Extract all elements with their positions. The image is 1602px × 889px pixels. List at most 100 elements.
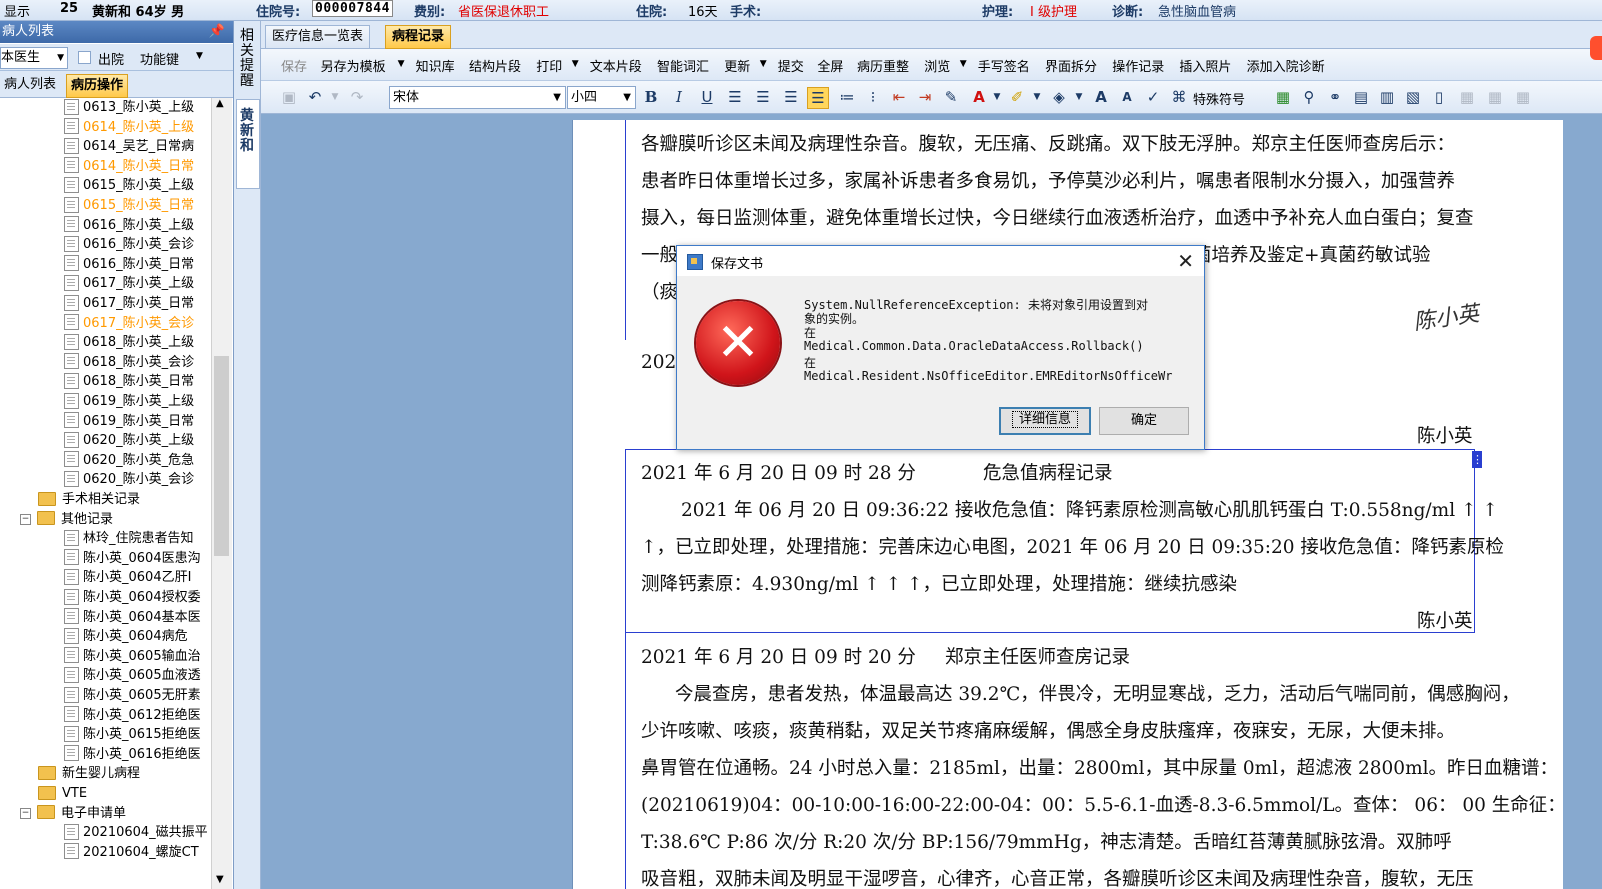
tree-document-item[interactable]: 0620_陈小英_会诊 — [64, 470, 194, 490]
tab-progress-record[interactable]: 病程记录 — [385, 25, 452, 49]
tree-document-item[interactable]: 陈小英_0604医患沟 — [64, 549, 201, 569]
undo-icon[interactable]: ↶ — [305, 87, 325, 107]
discharged-checkbox[interactable] — [78, 51, 91, 64]
related-reminder-tab[interactable]: 相关提醒 — [238, 29, 256, 89]
font-family-select[interactable]: 宋体 ▼ — [389, 86, 566, 109]
italic-icon[interactable]: I — [669, 87, 689, 107]
insert-table-icon[interactable]: ▦ — [1273, 87, 1293, 107]
font-shrink-icon[interactable]: A — [1117, 87, 1137, 107]
scroll-down-icon[interactable]: ▼ — [216, 874, 224, 885]
chevron-down-icon[interactable]: ▼ — [1027, 87, 1047, 107]
toolbar-button[interactable]: 智能词汇 — [657, 56, 709, 75]
clear-format-icon[interactable]: ✓ — [1143, 87, 1163, 107]
toolbar-button[interactable]: 打印 — [536, 56, 562, 75]
font-color-icon[interactable]: A — [969, 87, 989, 107]
underline-icon[interactable]: U — [697, 87, 717, 107]
tree-folder-item[interactable]: 新生婴儿病程 — [38, 764, 140, 784]
tree-document-item[interactable]: 0615_陈小英_日常 — [64, 196, 194, 216]
tree-document-item[interactable]: 20210604_磁共振平 — [64, 823, 208, 843]
indent-icon[interactable]: ⇥ — [915, 87, 935, 107]
admission-no-field[interactable]: 000007844 — [312, 0, 393, 17]
toolbar-button[interactable]: 插入照片 — [1179, 56, 1231, 75]
ok-button[interactable]: 确定 — [1099, 407, 1189, 435]
tree-document-item[interactable]: 0620_陈小英_上级 — [64, 431, 194, 451]
tree-document-item[interactable]: 0614_陈小英_上级 — [64, 118, 194, 138]
tree-document-item[interactable]: 陈小英_0605无肝素 — [64, 686, 201, 706]
chevron-down-icon[interactable]: ▼ — [398, 59, 405, 69]
toolbar-button[interactable]: 另存为模板 — [321, 56, 386, 75]
section-handle-icon[interactable]: ⋮ — [1472, 451, 1483, 468]
special-symbols-button[interactable]: 特殊符号 — [1193, 89, 1245, 108]
close-icon[interactable]: ✕ — [1177, 249, 1194, 273]
justify-icon[interactable]: ☰ — [807, 87, 829, 109]
toolbar-button[interactable]: 操作记录 — [1112, 56, 1164, 75]
save-icon[interactable]: ▣ — [279, 87, 299, 107]
tree-document-item[interactable]: 0618_陈小英_上级 — [64, 333, 194, 353]
format-painter-icon[interactable]: ✎ — [941, 87, 961, 107]
tree-document-item[interactable]: 陈小英_0604基本医 — [64, 608, 201, 628]
tree-document-item[interactable]: 0618_陈小英_会诊 — [64, 353, 194, 373]
tree-folder-item[interactable]: − 电子申请单 — [20, 804, 126, 824]
pin-icon[interactable]: 📌 — [209, 21, 225, 43]
toolbar-button[interactable]: 结构片段 — [469, 56, 521, 75]
tree-document-item[interactable]: 0616_陈小英_日常 — [64, 255, 194, 275]
tree-document-item[interactable]: 0618_陈小英_日常 — [64, 372, 194, 392]
font-size-select[interactable]: 小四 ▼ — [567, 86, 636, 109]
align-center-icon[interactable]: ☰ — [753, 87, 773, 107]
tree-document-item[interactable]: 0614_陈小英_日常 — [64, 157, 194, 177]
tree-document-item[interactable]: 陈小英_0604乙肝Ⅰ — [64, 568, 191, 588]
chevron-down-icon[interactable]: ▼ — [987, 87, 1007, 107]
tree-document-item[interactable]: 陈小英_0612拒绝医 — [64, 706, 201, 726]
align-left-icon[interactable]: ☰ — [725, 87, 745, 107]
toolbar-button[interactable]: 浏览 — [924, 56, 950, 75]
symbol-icon[interactable]: ⌘ — [1169, 87, 1189, 107]
tree-document-item[interactable]: 陈小英_0604授权委 — [64, 588, 201, 608]
shading-icon[interactable]: ◈ — [1049, 87, 1069, 107]
font-grow-icon[interactable]: A — [1091, 87, 1111, 107]
chevron-down-icon[interactable]: ▼ — [325, 87, 345, 107]
tree-folder-item[interactable]: VTE — [38, 784, 87, 804]
tab-medical-info[interactable]: 医疗信息一览表 — [265, 25, 371, 49]
chevron-down-icon[interactable]: ▼ — [960, 59, 967, 69]
toolbar-button[interactable]: 知识库 — [416, 56, 455, 75]
toolbar-button[interactable]: 添加入院诊断 — [1247, 56, 1325, 75]
toolbar-button[interactable]: 更新 — [724, 56, 750, 75]
chevron-down-icon[interactable]: ▼ — [760, 59, 767, 69]
tree-document-item[interactable]: 0619_陈小英_日常 — [64, 412, 194, 432]
patient-name-tab[interactable]: 黄新和 — [238, 109, 256, 154]
binoculars-icon[interactable]: ⚭ — [1325, 87, 1345, 107]
tree-document-item[interactable]: 陈小英_0605输血治 — [64, 647, 201, 667]
redo-icon[interactable]: ↷ — [347, 87, 367, 107]
tree-document-item[interactable]: 0617_陈小英_会诊 — [64, 314, 194, 334]
tree-document-item[interactable]: 0615_陈小英_上级 — [64, 176, 194, 196]
tab-record-operations[interactable]: 病历操作 — [66, 74, 129, 98]
toolbar-button[interactable]: 界面拆分 — [1045, 56, 1097, 75]
collapse-icon[interactable]: − — [20, 807, 31, 819]
tree-document-item[interactable]: 0613_陈小英_上级 — [64, 98, 194, 118]
collapse-icon[interactable]: − — [20, 513, 31, 525]
function-key-menu[interactable]: 功能键 — [140, 49, 179, 68]
document-page[interactable]: 各瓣膜听诊区未闻及病理性杂音。腹软，无压痛、反跳痛。双下肢无浮肿。郑京主任医师查… — [572, 120, 1563, 889]
tree-document-item[interactable]: 林玲_住院患者告知 — [64, 529, 194, 549]
highlight-icon[interactable]: ✐ — [1007, 87, 1027, 107]
toolbar-button[interactable]: 全屏 — [817, 56, 843, 75]
outdent-icon[interactable]: ⇤ — [889, 87, 909, 107]
align-right-icon[interactable]: ☰ — [781, 87, 801, 107]
details-button[interactable]: 详细信息 — [999, 407, 1091, 435]
table-merge-icon[interactable]: ▦ — [1485, 87, 1505, 107]
tab-patient-list[interactable]: 病人列表 — [0, 74, 60, 96]
scroll-up-icon[interactable]: ▲ — [216, 98, 224, 109]
tree-document-item[interactable]: 0620_陈小英_危急 — [64, 451, 194, 471]
toolbar-button[interactable]: 保存 — [281, 56, 307, 75]
tree-document-item[interactable]: 0616_陈小英_会诊 — [64, 235, 194, 255]
chevron-down-icon[interactable]: ▼ — [572, 59, 579, 69]
numbered-list-icon[interactable]: ≔ — [837, 87, 857, 107]
picture-icon[interactable]: ▧ — [1403, 87, 1423, 107]
chart-icon[interactable]: ▤ — [1351, 87, 1371, 107]
table-grid-icon[interactable]: ▦ — [1457, 87, 1477, 107]
table-split-icon[interactable]: ▦ — [1513, 87, 1533, 107]
tree-document-item[interactable]: 20210604_螺旋CT — [64, 843, 199, 863]
chevron-down-icon[interactable]: ▼ — [1069, 87, 1089, 107]
toolbar-button[interactable]: 文本片段 — [590, 56, 642, 75]
tree-scrollbar[interactable]: ▲ ▼ — [211, 98, 232, 889]
